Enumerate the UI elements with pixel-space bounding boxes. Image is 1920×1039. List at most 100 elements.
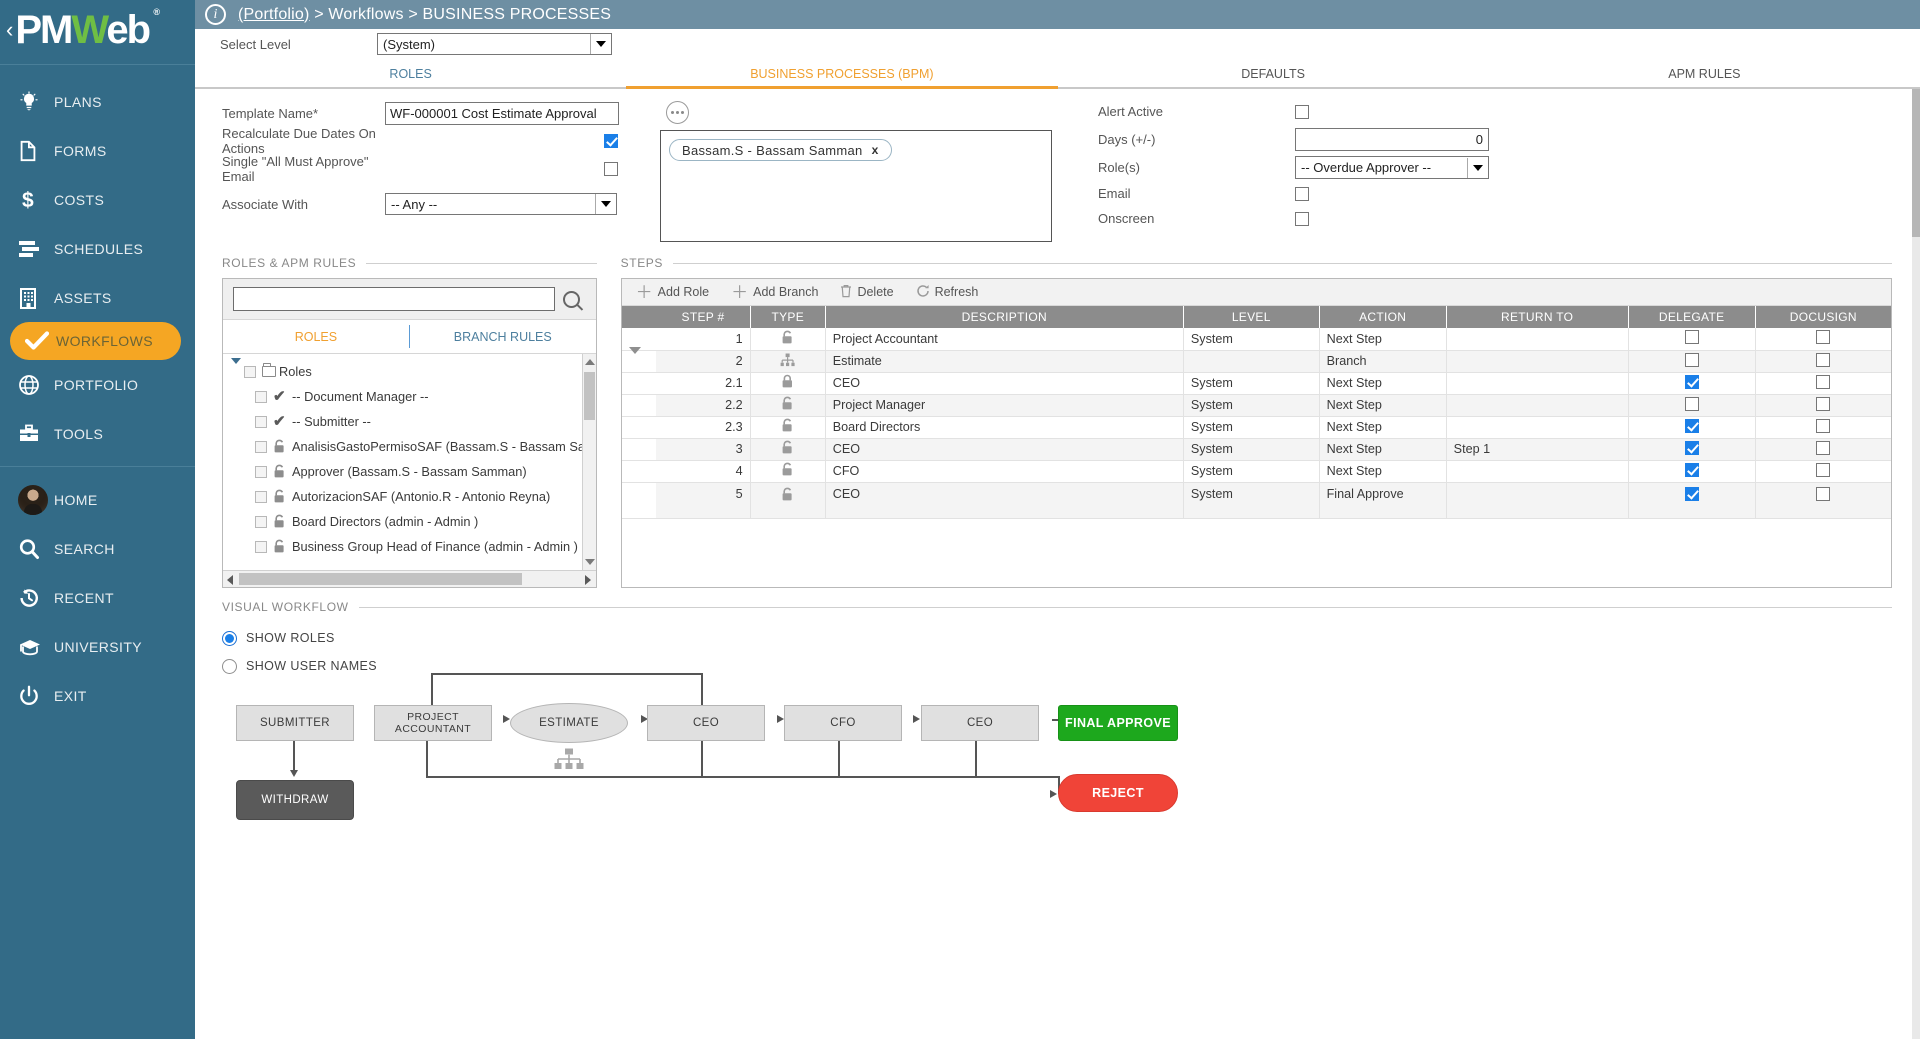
search-icon[interactable] bbox=[563, 291, 580, 308]
tree-checkbox[interactable] bbox=[255, 516, 267, 528]
node-ceo-1[interactable]: CEO bbox=[647, 705, 765, 741]
sidebar-item-workflows[interactable]: WORKFLOWS bbox=[10, 322, 181, 360]
tab-business-processes[interactable]: BUSINESS PROCESSES (BPM) bbox=[626, 67, 1057, 89]
ellipsis-button[interactable] bbox=[666, 101, 689, 124]
tree-checkbox[interactable] bbox=[255, 491, 267, 503]
tree-node-roles[interactable]: Roles bbox=[231, 359, 596, 384]
table-row[interactable]: 2 Estimate Branch bbox=[622, 350, 1891, 372]
node-project-accountant[interactable]: PROJECT ACCOUNTANT bbox=[374, 705, 492, 741]
show-roles-option[interactable]: SHOW ROLES bbox=[222, 624, 1892, 652]
tree-checkbox[interactable] bbox=[255, 441, 267, 453]
chevron-down-icon[interactable] bbox=[590, 34, 611, 54]
template-name-input[interactable]: WF-000001 Cost Estimate Approval bbox=[385, 102, 619, 125]
delegate-checkbox[interactable] bbox=[1685, 330, 1699, 344]
show-user-names-radio[interactable] bbox=[222, 659, 237, 674]
add-role-button[interactable]: ＋ Add Role bbox=[636, 284, 709, 301]
delete-button[interactable]: Delete bbox=[840, 284, 893, 301]
docusign-checkbox[interactable] bbox=[1816, 353, 1830, 367]
delegate-checkbox[interactable] bbox=[1685, 441, 1699, 455]
delegate-checkbox[interactable] bbox=[1685, 397, 1699, 411]
add-branch-button[interactable]: ＋ Add Branch bbox=[731, 284, 818, 301]
email-checkbox[interactable] bbox=[1295, 187, 1309, 201]
roles-tree-horizontal-scrollbar[interactable] bbox=[223, 570, 596, 587]
select-level-dropdown[interactable]: (System) bbox=[377, 33, 612, 55]
table-row[interactable]: 2.2 Project Manager System Next Step bbox=[622, 394, 1891, 416]
node-reject[interactable]: REJECT bbox=[1058, 774, 1178, 812]
delegate-checkbox[interactable] bbox=[1685, 375, 1699, 389]
associate-with-dropdown[interactable]: -- Any -- bbox=[385, 193, 617, 215]
table-row[interactable]: 2.3 Board Directors System Next Step bbox=[622, 416, 1891, 438]
single-email-checkbox[interactable] bbox=[604, 162, 618, 176]
info-icon[interactable]: i bbox=[205, 4, 226, 25]
sidebar-item-recent[interactable]: RECENT bbox=[0, 573, 195, 622]
scrollbar-thumb[interactable] bbox=[1912, 89, 1920, 237]
tree-node-approver[interactable]: Approver (Bassam.S - Bassam Samman) bbox=[231, 459, 596, 484]
sidebar-item-exit[interactable]: EXIT bbox=[0, 671, 195, 720]
assignee-token-box[interactable]: Bassam.S - Bassam Samman x bbox=[660, 130, 1052, 242]
table-row[interactable]: 3 CEO System Next Step Step 1 bbox=[622, 438, 1891, 460]
docusign-checkbox[interactable] bbox=[1816, 419, 1830, 433]
expander-icon[interactable] bbox=[629, 347, 641, 368]
scroll-up-icon[interactable] bbox=[585, 359, 595, 365]
scroll-right-icon[interactable] bbox=[585, 575, 591, 585]
sidebar-item-costs[interactable]: $ COSTS bbox=[0, 175, 195, 224]
subtab-branch-rules[interactable]: BRANCH RULES bbox=[410, 320, 596, 353]
delegate-checkbox[interactable] bbox=[1685, 487, 1699, 501]
days-input[interactable]: 0 bbox=[1295, 128, 1489, 151]
table-row[interactable]: 2.1 CEO System Next Step bbox=[622, 372, 1891, 394]
tree-node-analisisgastopermisosaf[interactable]: AnalisisGastoPermisoSAF (Bassam.S - Bass… bbox=[231, 434, 596, 459]
scroll-down-icon[interactable] bbox=[585, 559, 595, 565]
show-roles-radio[interactable] bbox=[222, 631, 237, 646]
collapse-sidebar-icon[interactable]: ‹ bbox=[6, 19, 13, 41]
docusign-checkbox[interactable] bbox=[1816, 375, 1830, 389]
delegate-checkbox[interactable] bbox=[1685, 419, 1699, 433]
tree-node-submitter[interactable]: ✔ -- Submitter -- bbox=[231, 409, 596, 434]
delegate-checkbox[interactable] bbox=[1685, 463, 1699, 477]
node-estimate[interactable]: ESTIMATE bbox=[510, 703, 628, 743]
node-ceo-2[interactable]: CEO bbox=[921, 705, 1039, 741]
breadcrumb-workflows[interactable]: Workflows bbox=[328, 6, 403, 23]
roles-dropdown[interactable]: -- Overdue Approver -- bbox=[1295, 156, 1489, 179]
roles-tree-vertical-scrollbar[interactable] bbox=[582, 354, 596, 570]
onscreen-checkbox[interactable] bbox=[1295, 212, 1309, 226]
close-icon[interactable]: x bbox=[872, 143, 879, 157]
tree-checkbox[interactable] bbox=[255, 391, 267, 403]
sidebar-item-home[interactable]: HOME bbox=[0, 475, 195, 524]
tree-checkbox[interactable] bbox=[255, 466, 267, 478]
sidebar-item-plans[interactable]: PLANS bbox=[0, 77, 195, 126]
tab-apm-rules[interactable]: APM RULES bbox=[1489, 67, 1920, 87]
chevron-down-icon[interactable] bbox=[1467, 158, 1488, 178]
tree-checkbox[interactable] bbox=[255, 541, 267, 553]
tab-defaults[interactable]: DEFAULTS bbox=[1058, 67, 1489, 87]
docusign-checkbox[interactable] bbox=[1816, 397, 1830, 411]
row-expander-cell[interactable] bbox=[622, 350, 657, 372]
chevron-down-icon[interactable] bbox=[595, 194, 616, 214]
node-submitter[interactable]: SUBMITTER bbox=[236, 705, 354, 741]
refresh-button[interactable]: Refresh bbox=[916, 284, 979, 301]
expander-icon[interactable] bbox=[231, 364, 244, 379]
page-scrollbar[interactable] bbox=[1912, 89, 1920, 1039]
sidebar-item-schedules[interactable]: SCHEDULES bbox=[0, 224, 195, 273]
table-row[interactable]: 4 CFO System Next Step bbox=[622, 460, 1891, 482]
sidebar-item-search[interactable]: SEARCH bbox=[0, 524, 195, 573]
node-withdraw[interactable]: WITHDRAW bbox=[236, 780, 354, 820]
scrollbar-thumb[interactable] bbox=[584, 372, 595, 420]
tree-node-autorizacionsaf[interactable]: AutorizacionSAF (Antonio.R - Antonio Rey… bbox=[231, 484, 596, 509]
pmweb-logo[interactable]: ‹ PMWeb® bbox=[0, 0, 195, 60]
docusign-checkbox[interactable] bbox=[1816, 463, 1830, 477]
node-cfo[interactable]: CFO bbox=[784, 705, 902, 741]
subtab-roles[interactable]: ROLES bbox=[223, 320, 409, 353]
docusign-checkbox[interactable] bbox=[1816, 487, 1830, 501]
tree-checkbox[interactable] bbox=[244, 366, 256, 378]
tree-node-business-group-head-of-finance[interactable]: Business Group Head of Finance (admin - … bbox=[231, 534, 596, 559]
recalculate-checkbox[interactable] bbox=[604, 134, 618, 148]
tree-node-document-manager[interactable]: ✔ -- Document Manager -- bbox=[231, 384, 596, 409]
breadcrumb-portfolio-link[interactable]: (Portfolio) bbox=[238, 6, 310, 23]
docusign-checkbox[interactable] bbox=[1816, 441, 1830, 455]
delegate-checkbox[interactable] bbox=[1685, 353, 1699, 367]
docusign-checkbox[interactable] bbox=[1816, 330, 1830, 344]
roles-search-input[interactable] bbox=[233, 287, 555, 311]
tree-node-board-directors[interactable]: Board Directors (admin - Admin ) bbox=[231, 509, 596, 534]
tab-roles[interactable]: ROLES bbox=[195, 67, 626, 87]
assignee-token[interactable]: Bassam.S - Bassam Samman x bbox=[669, 139, 892, 161]
